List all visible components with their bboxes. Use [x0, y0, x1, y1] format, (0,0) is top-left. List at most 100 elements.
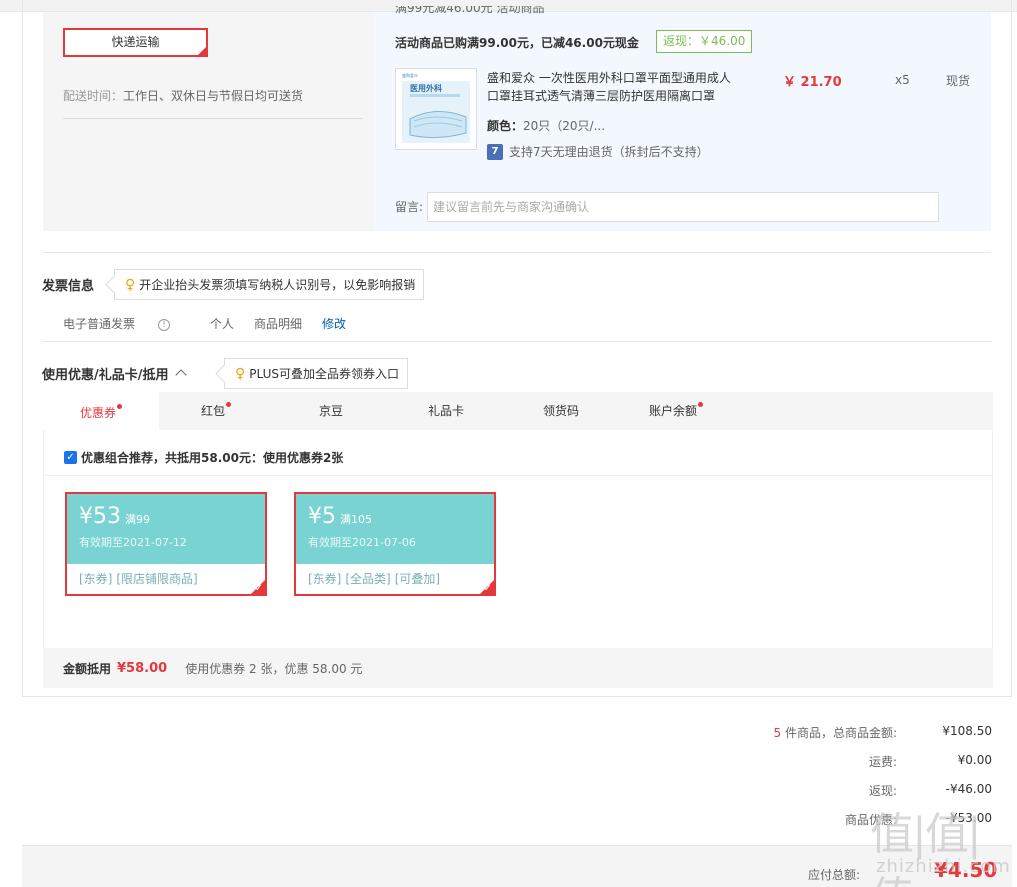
color-label: 颜色： [487, 119, 524, 133]
invoice-tip: ♀ 开企业抬头发票须填写纳税人识别号，以免影响报销 [114, 269, 425, 300]
discount-tabs: 优惠券 红包 京豆 礼品卡 领货码 账户余额 [43, 392, 993, 430]
coupon-amount: ¥5 [308, 504, 336, 529]
deduction-amount: ¥58.00 [117, 660, 168, 676]
summary-goods-value: ¥108.50 [942, 724, 992, 738]
check-icon: ✓ [198, 46, 205, 55]
tab-label: 红包 [200, 404, 225, 418]
coupon-tag: [可叠加] [394, 572, 441, 586]
coupon-condition: 满105 [340, 513, 372, 526]
summary-freight-label: 运费: [868, 755, 897, 769]
delivery-time-label: 配送时间： [63, 89, 124, 103]
shipping-method-label: 快递运输 [111, 35, 160, 49]
payable-label: 应付总额: [808, 868, 861, 882]
summary-freight-value: ¥0.00 [957, 753, 992, 767]
return-policy-text: 支持7天无理由退货（拆封后不支持） [509, 145, 709, 159]
color-value: 20只（20只/... [523, 119, 606, 133]
summary-rebate-label: 返现: [868, 784, 897, 798]
rebate-tag: 返现：￥46.00 [656, 30, 753, 53]
plus-tip[interactable]: ♀ PLUS可叠加全品券领券入口 [224, 358, 408, 389]
delivery-time: 配送时间：工作日、双休日与节假日均可送货 [63, 87, 363, 119]
invoice-title-type: 个人 [210, 317, 235, 331]
check-icon: ✓ [483, 583, 492, 594]
chevron-up-icon [174, 369, 187, 381]
coupon-top: ¥53 满99 有效期至2021-07-12 [67, 494, 265, 564]
tab-label: 领货码 [542, 404, 579, 418]
invoice-tip-text: 开企业抬头发票须填写纳税人识别号，以免影响报销 [139, 278, 416, 292]
divider [43, 252, 991, 253]
invoice-type-text: 电子普通发票 [63, 317, 136, 331]
item-count-suffix: 件商品，总商品金额: [781, 726, 897, 740]
tab-gift-cards[interactable]: 礼品卡 [388, 392, 504, 430]
tab-red-packets[interactable]: 红包 [158, 392, 274, 430]
coupon-expiry: 有效期至2021-07-12 [79, 536, 187, 549]
combo-recommendation[interactable]: ✓ 优惠组合推荐，共抵用58.00元：使用优惠券2张 [64, 449, 343, 466]
return-policy: 7 支持7天无理由退货（拆封后不支持） [487, 143, 709, 160]
check-icon: ✓ [254, 583, 263, 594]
discount-section-title[interactable]: 使用优惠/礼品卡/抵用 [42, 364, 187, 383]
deduction-description: 使用优惠券 2 张，优惠 58.00 元 [185, 661, 363, 676]
deduction-label: 金额抵用 [63, 661, 112, 676]
product-price: ￥ 21.70 [783, 75, 842, 90]
deduction-summary: 金额抵用 ¥58.00 使用优惠券 2 张，优惠 58.00 元 [43, 648, 993, 688]
promo-text: 活动商品已购满99.00元，已减46.00元现金 [395, 36, 639, 50]
product-stock: 现货 [946, 74, 971, 88]
coupon-amount: ¥53 [79, 504, 121, 529]
invoice-edit-link[interactable]: 修改 [322, 315, 346, 332]
combo-text: 优惠组合推荐，共抵用58.00元：使用优惠券2张 [81, 451, 344, 465]
coupon-top: ¥5 满105 有效期至2021-07-06 [296, 494, 494, 564]
coupon-card[interactable]: ¥5 满105 有效期至2021-07-06 [东券] [全品类] [可叠加] ✓ [294, 492, 496, 596]
invoice-content: 商品明细 [254, 317, 303, 331]
coupon-tag: [全品类] [345, 572, 391, 586]
coupon-tag: [东券] [308, 572, 342, 586]
product-image-label: 医用外科 [410, 83, 442, 93]
express-shipping-option[interactable]: 快递运输 ✓ [63, 28, 208, 57]
new-dot [226, 402, 231, 407]
message-input[interactable] [427, 192, 939, 222]
invoice-section-title: 发票信息 [42, 279, 95, 294]
divider [43, 341, 991, 342]
tab-label: 优惠券 [79, 406, 116, 420]
watermark-domain: zhizhizhi.com [876, 856, 1011, 877]
coupon-card[interactable]: ¥53 满99 有效期至2021-07-12 [东券] [限店铺限商品] ✓ [65, 492, 267, 596]
tab-coupons[interactable]: 优惠券 [43, 392, 159, 430]
tab-label: 礼品卡 [427, 404, 464, 418]
message-label: 留言: [395, 200, 424, 214]
seven-day-return-icon: 7 [487, 143, 503, 160]
coupon-tag: [东券] [79, 572, 113, 586]
product-image-brand: 盛和爱众 [402, 72, 418, 78]
summary-goods-total: 5 件商品，总商品金额: ¥108.50 [692, 724, 993, 741]
product-quantity: x5 [895, 73, 910, 87]
summary-goods-label: 5 件商品，总商品金额: [727, 724, 898, 741]
divider [44, 475, 992, 476]
coupon-condition: 满99 [125, 513, 150, 526]
coupon-tags: [东券] [全品类] [可叠加] [296, 564, 494, 593]
delivery-time-value: 工作日、双休日与节假日均可送货 [123, 89, 304, 103]
invoice-details: 电子普通发票! 个人 商品明细 修改 [63, 315, 366, 332]
tab-account-balance[interactable]: 账户余额 [618, 392, 734, 430]
discount-section-title-text: 使用优惠/礼品卡/抵用 [42, 368, 169, 383]
tab-label: 账户余额 [648, 404, 697, 418]
info-icon[interactable]: ! [158, 319, 171, 331]
coupon-expiry: 有效期至2021-07-06 [308, 536, 416, 549]
coupon-tags: [东券] [限店铺限商品] [67, 564, 265, 593]
invoice-type: 电子普通发票! [63, 315, 190, 332]
cut-off-text: 满99元减46.00元 活动商品 [395, 6, 545, 14]
new-dot [698, 402, 703, 407]
summary-freight: 运费: ¥0.00 [692, 753, 992, 770]
summary-rebate-value: -¥46.00 [945, 782, 992, 796]
product-color: 颜色：20只（20只/... [487, 117, 605, 134]
total-bar [22, 845, 1012, 887]
item-count: 5 [773, 726, 782, 740]
lightbulb-icon: ♀ [235, 365, 246, 382]
product-image[interactable]: 盛和爱众 医用外科 [395, 68, 477, 150]
lightbulb-icon: ♀ [125, 276, 136, 293]
summary-rebate: 返现: -¥46.00 [692, 782, 992, 799]
product-title[interactable]: 盛和爱众 一次性医用外科口罩平面型通用成人口罩挂耳式透气清薄三层防护医用隔离口罩 [487, 69, 737, 105]
tab-jingdou[interactable]: 京豆 [273, 392, 389, 430]
new-dot [117, 404, 122, 409]
tab-redeem-code[interactable]: 领货码 [503, 392, 619, 430]
plus-tip-text: PLUS可叠加全品券领券入口 [249, 367, 399, 381]
combo-checkbox[interactable]: ✓ [64, 451, 77, 464]
mask-box-illustration: 盛和爱众 医用外科 [396, 69, 476, 149]
tab-label: 京豆 [318, 404, 343, 418]
